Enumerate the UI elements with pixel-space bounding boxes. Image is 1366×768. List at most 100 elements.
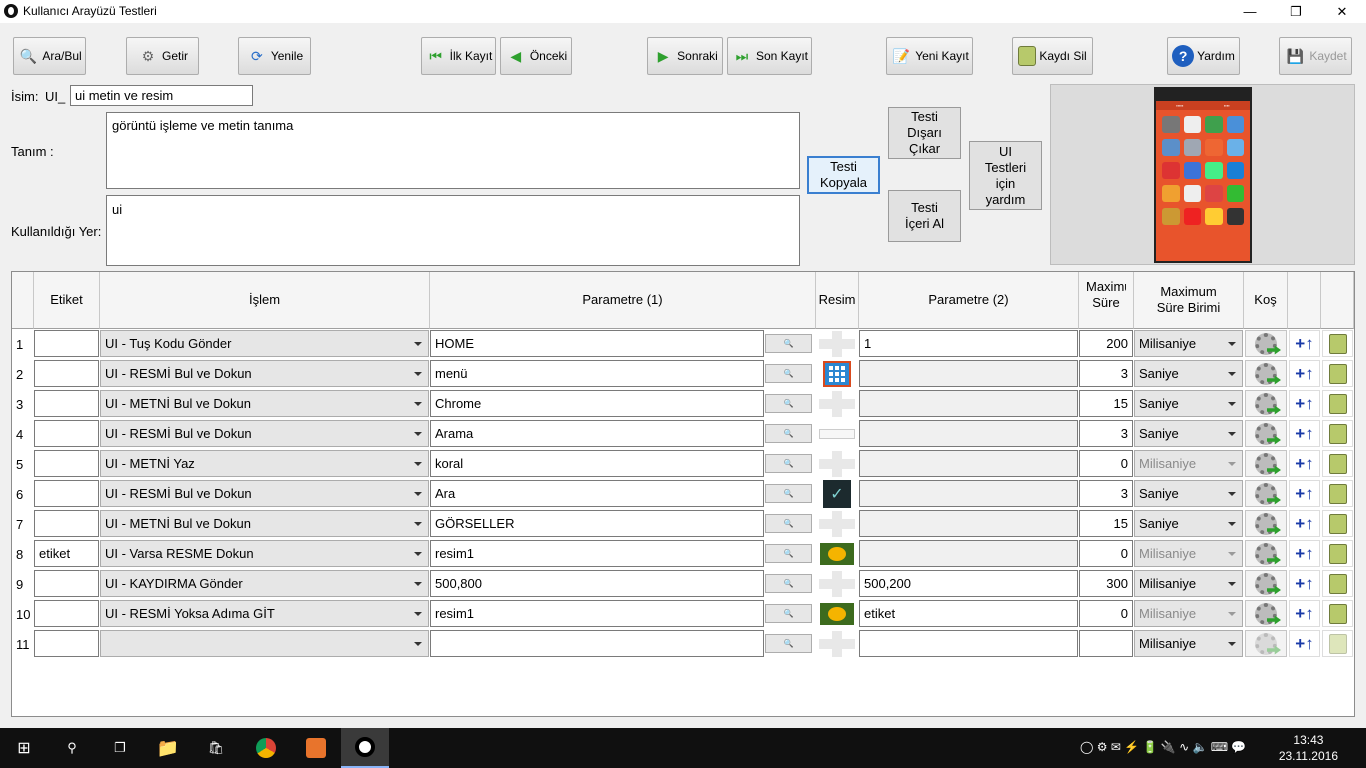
image-cell[interactable] <box>817 390 857 417</box>
delete-record-button[interactable]: Kaydı Sil <box>1012 37 1093 75</box>
param1-cell[interactable] <box>430 630 764 657</box>
delete-step-button[interactable] <box>1322 480 1353 507</box>
param1-cell[interactable]: menü <box>430 360 764 387</box>
operation-select[interactable]: UI - Varsa RESME Dokun <box>100 540 429 567</box>
run-step-button[interactable] <box>1245 510 1287 537</box>
max-time-cell[interactable]: 200 <box>1079 330 1133 357</box>
refresh-button[interactable]: ⟳ Yenile <box>238 37 311 75</box>
time-unit-select[interactable]: Saniye <box>1134 420 1243 447</box>
delete-step-button[interactable] <box>1322 540 1353 567</box>
time-unit-select[interactable]: Milisaniye <box>1134 630 1243 657</box>
delete-step-button[interactable] <box>1322 450 1353 477</box>
label-cell[interactable] <box>34 420 99 447</box>
start-button[interactable]: ⊞ <box>0 728 48 768</box>
image-cell[interactable] <box>817 570 857 597</box>
param-search-button[interactable]: 🔍 <box>765 334 812 353</box>
column-header-image[interactable]: Resim <box>816 272 859 329</box>
time-unit-select[interactable]: Saniye <box>1134 480 1243 507</box>
help-button[interactable]: ? Yardım <box>1167 37 1240 75</box>
run-step-button[interactable] <box>1245 390 1287 417</box>
time-unit-select[interactable]: Milisaniye <box>1134 450 1243 477</box>
param-search-button[interactable]: 🔍 <box>765 634 812 653</box>
column-header-max-time[interactable]: Maximum Süre <box>1079 272 1134 329</box>
image-cell[interactable] <box>817 360 857 387</box>
move-step-button[interactable]: +↑ <box>1289 420 1320 447</box>
save-button[interactable]: 💾 Kaydet <box>1279 37 1352 75</box>
import-test-button[interactable]: Testi İçeri Al <box>888 190 961 242</box>
operation-select[interactable] <box>100 630 429 657</box>
previous-button[interactable]: ◀ Önceki <box>500 37 572 75</box>
delete-step-button[interactable] <box>1322 600 1353 627</box>
operation-select[interactable]: UI - METNİ Bul ve Dokun <box>100 390 429 417</box>
param2-cell[interactable] <box>859 450 1078 477</box>
param2-cell[interactable] <box>859 420 1078 447</box>
move-step-button[interactable]: +↑ <box>1289 600 1320 627</box>
time-unit-select[interactable]: Milisaniye <box>1134 540 1243 567</box>
usage-input[interactable]: ui <box>106 195 800 266</box>
label-cell[interactable] <box>34 630 99 657</box>
max-time-cell[interactable] <box>1079 630 1133 657</box>
param2-cell[interactable]: 1 <box>859 330 1078 357</box>
move-step-button[interactable]: +↑ <box>1289 330 1320 357</box>
column-header-operation[interactable]: İşlem <box>100 272 430 329</box>
param1-cell[interactable]: resim1 <box>430 540 764 567</box>
operation-select[interactable]: UI - KAYDIRMA Gönder <box>100 570 429 597</box>
label-cell[interactable] <box>34 330 99 357</box>
label-cell[interactable] <box>34 480 99 507</box>
run-step-button[interactable] <box>1245 450 1287 477</box>
operation-select[interactable]: UI - METNİ Bul ve Dokun <box>100 510 429 537</box>
move-step-button[interactable]: +↑ <box>1289 540 1320 567</box>
move-step-button[interactable]: +↑ <box>1289 630 1320 657</box>
param-search-button[interactable]: 🔍 <box>765 394 812 413</box>
param1-cell[interactable]: Ara <box>430 480 764 507</box>
param1-cell[interactable]: 500,800 <box>430 570 764 597</box>
run-step-button[interactable] <box>1245 330 1287 357</box>
image-cell[interactable] <box>817 600 857 627</box>
param1-cell[interactable]: resim1 <box>430 600 764 627</box>
search-taskbar-button[interactable]: ⚲ <box>48 728 96 768</box>
operation-select[interactable]: UI - RESMİ Bul ve Dokun <box>100 420 429 447</box>
export-test-button[interactable]: Testi Dışarı Çıkar <box>888 107 961 159</box>
close-button[interactable]: ✕ <box>1319 0 1365 23</box>
label-cell[interactable] <box>34 390 99 417</box>
image-cell[interactable]: ✓ <box>817 479 857 508</box>
param-search-button[interactable]: 🔍 <box>765 364 812 383</box>
run-step-button[interactable] <box>1245 420 1287 447</box>
first-record-button[interactable]: ⏮ İlk Kayıt <box>421 37 496 75</box>
new-record-button[interactable]: 📝 Yeni Kayıt <box>886 37 973 75</box>
max-time-cell[interactable]: 3 <box>1079 480 1133 507</box>
param1-cell[interactable]: koral <box>430 450 764 477</box>
time-unit-select[interactable]: Saniye <box>1134 510 1243 537</box>
image-cell[interactable] <box>817 630 857 657</box>
run-step-button[interactable] <box>1245 480 1287 507</box>
move-step-button[interactable]: +↑ <box>1289 570 1320 597</box>
param2-cell[interactable]: 500,200 <box>859 570 1078 597</box>
delete-step-button[interactable] <box>1322 630 1353 657</box>
run-step-button[interactable] <box>1245 360 1287 387</box>
move-step-button[interactable]: +↑ <box>1289 360 1320 387</box>
max-time-cell[interactable]: 15 <box>1079 510 1133 537</box>
param-search-button[interactable]: 🔍 <box>765 574 812 593</box>
param1-cell[interactable]: GÖRSELLER <box>430 510 764 537</box>
move-step-button[interactable]: +↑ <box>1289 510 1320 537</box>
file-explorer-button[interactable]: 📁 <box>144 728 192 768</box>
description-input[interactable]: görüntü işleme ve metin tanıma <box>106 112 800 189</box>
param-search-button[interactable]: 🔍 <box>765 544 812 563</box>
search-button[interactable]: 🔍 Ara/Bul <box>13 37 86 75</box>
operation-select[interactable]: UI - METNİ Yaz <box>100 450 429 477</box>
label-cell[interactable] <box>34 510 99 537</box>
param-search-button[interactable]: 🔍 <box>765 424 812 443</box>
param1-cell[interactable]: HOME <box>430 330 764 357</box>
image-cell[interactable] <box>817 450 857 477</box>
max-time-cell[interactable]: 3 <box>1079 360 1133 387</box>
minimize-button[interactable]: — <box>1227 0 1273 23</box>
system-clock[interactable]: 13:43 23.11.2016 <box>1279 732 1338 764</box>
max-time-cell[interactable]: 0 <box>1079 450 1133 477</box>
max-time-cell[interactable]: 0 <box>1079 600 1133 627</box>
operation-select[interactable]: UI - RESMİ Yoksa Adıma GİT <box>100 600 429 627</box>
param2-cell[interactable]: etiket <box>859 600 1078 627</box>
param-search-button[interactable]: 🔍 <box>765 604 812 623</box>
operation-select[interactable]: UI - Tuş Kodu Gönder <box>100 330 429 357</box>
copy-test-button[interactable]: Testi Kopyala <box>807 156 880 194</box>
app-orange-button[interactable] <box>292 728 340 768</box>
